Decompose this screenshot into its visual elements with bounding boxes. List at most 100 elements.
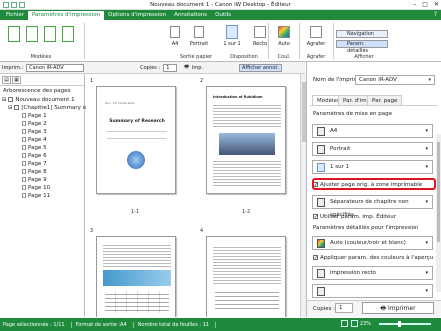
tab-options-impression[interactable]: Options d'impression bbox=[104, 11, 170, 20]
page-number: 1 bbox=[90, 78, 94, 84]
separator-icon bbox=[317, 198, 325, 207]
orientation-select[interactable]: Portrait ▾ bbox=[312, 142, 433, 156]
layout-icon bbox=[317, 163, 325, 172]
window-title: Nouveau document 1 - Canon iW Desktop - … bbox=[150, 1, 291, 8]
tree-tab-icon[interactable]: ▤ bbox=[2, 76, 11, 84]
paper-size-select[interactable]: A4 ▾ bbox=[312, 124, 433, 138]
print-icon[interactable]: 🖶 bbox=[184, 64, 189, 72]
thumb-title: Introduction of Rubidium bbox=[213, 95, 263, 99]
detail-settings-title: Paramètres détaillés pour l'impression bbox=[313, 225, 419, 231]
copies-label: Copies : bbox=[313, 306, 336, 312]
printer-icon: 🖶 bbox=[380, 305, 388, 312]
portrait-icon bbox=[317, 145, 325, 154]
portrait-icon[interactable] bbox=[194, 26, 204, 38]
copies-input[interactable]: 1 bbox=[163, 63, 178, 72]
copies-label: Copies : bbox=[140, 64, 161, 71]
globe-icon bbox=[127, 151, 145, 169]
printer-label: Imprim.: bbox=[2, 64, 24, 71]
page-thumbnail[interactable]: Introduction of Rubidium bbox=[206, 86, 286, 194]
status-total-sheets: Nombre total de feuilles : 11 bbox=[138, 321, 217, 328]
page-number: 3 bbox=[90, 228, 94, 234]
group-label: Afficher bbox=[354, 54, 374, 60]
tab-parametres-impression[interactable]: Paramètres d'impression bbox=[27, 11, 105, 20]
navigation-button[interactable]: Navigation bbox=[336, 30, 388, 38]
tab-annotations[interactable]: Annotations bbox=[170, 11, 211, 20]
use-editor-settings-checkbox[interactable]: ✓ Utiliser param. imp. Éditeur bbox=[313, 214, 396, 220]
tree-root[interactable]: ⊟ Nouveau document 1 bbox=[0, 96, 84, 104]
staple-button[interactable]: Agrafer bbox=[302, 41, 330, 47]
tree-page[interactable]: Page 8 bbox=[0, 168, 84, 176]
close-icon[interactable]: ✕ bbox=[434, 1, 439, 8]
page-thumbnail[interactable] bbox=[96, 236, 176, 317]
zoom-slider[interactable] bbox=[379, 323, 431, 325]
detailed-settings-button[interactable]: Param. détaillés bbox=[336, 40, 388, 54]
tab-fichier[interactable]: Fichier bbox=[2, 11, 28, 20]
color-button[interactable]: Auto bbox=[272, 41, 296, 47]
status-output-format: Format de sortie :A4 bbox=[76, 321, 134, 328]
page-number: 2 bbox=[200, 78, 204, 84]
tree-page[interactable]: Page 5 bbox=[0, 144, 84, 152]
print-button[interactable]: 🖶 Imprimer bbox=[362, 302, 434, 314]
color-icon bbox=[317, 239, 325, 248]
layout-select[interactable]: 1 sur 1 ▾ bbox=[312, 160, 433, 174]
page-thumbnail[interactable]: Doc. 10 Corporation Summary of Research bbox=[96, 86, 176, 194]
tree-page[interactable]: Page 3 bbox=[0, 128, 84, 136]
staple-icon[interactable] bbox=[310, 26, 322, 38]
page-preview-area: 1 2 Doc. 10 Corporation Summary of Resea… bbox=[86, 74, 306, 317]
group-label: Agrafer bbox=[306, 54, 326, 60]
zoom-level: 23% bbox=[359, 321, 371, 327]
tree-header: Arborescence des pages bbox=[3, 88, 71, 94]
single-page-icon[interactable] bbox=[341, 320, 348, 327]
paper-size-button[interactable]: A4 bbox=[166, 41, 184, 47]
tree-page[interactable]: Page 7 bbox=[0, 160, 84, 168]
tree-page[interactable]: Page 11 bbox=[0, 192, 84, 200]
help-icon[interactable]: ? bbox=[434, 11, 437, 18]
ribbon: Modèles A4 Portrait Sortie papier 1 sur … bbox=[0, 20, 441, 62]
apply-color-preview-checkbox[interactable]: ✓ Appliquer param. des couleurs à l'aperç… bbox=[313, 255, 433, 261]
tree-page[interactable]: Page 9 bbox=[0, 176, 84, 184]
thumbnail-tab-icon[interactable]: ▦ bbox=[12, 76, 21, 84]
title-bar: Nouveau document 1 - Canon iW Desktop - … bbox=[0, 0, 441, 10]
template-icon[interactable] bbox=[26, 26, 38, 42]
tab-outils[interactable]: Outils bbox=[211, 11, 235, 20]
group-modeles: Modèles bbox=[2, 22, 80, 60]
copies-input[interactable]: 1 bbox=[335, 303, 353, 313]
template-icon[interactable] bbox=[8, 26, 20, 42]
template-icon[interactable] bbox=[44, 26, 56, 42]
tree-chapter[interactable]: ⊟ [Chapitre1] Summary of F bbox=[0, 104, 93, 112]
template-icon[interactable] bbox=[62, 26, 74, 42]
layout-icon[interactable] bbox=[226, 25, 238, 39]
tree-page[interactable]: Page 2 bbox=[0, 120, 84, 128]
maximize-icon[interactable]: □ bbox=[422, 1, 428, 8]
paper-icon bbox=[317, 127, 325, 136]
zoom-slider-knob[interactable] bbox=[398, 321, 401, 327]
highlight-box bbox=[312, 178, 436, 190]
layout-button[interactable]: 1 sur 1 bbox=[218, 41, 246, 47]
print-short-button[interactable]: Imp. bbox=[192, 65, 203, 71]
two-page-icon[interactable] bbox=[351, 320, 358, 327]
printer-select[interactable]: Canon iR-ADV bbox=[26, 63, 85, 72]
group-coul: Auto Coul. bbox=[270, 22, 298, 60]
tree-page[interactable]: Page 6 bbox=[0, 152, 84, 160]
orientation-button[interactable]: Portrait bbox=[186, 41, 212, 47]
settings-pane: Nom de l'imprimante : Canon iR-ADV ▾ Modè… bbox=[306, 62, 441, 317]
staple-icon bbox=[317, 287, 325, 296]
tab-par-page[interactable]: Par. page bbox=[367, 95, 403, 105]
chapter-separator-select[interactable]: Séparateurs de chapitre non spécifiés ▾ bbox=[312, 195, 433, 218]
page-thumbnail[interactable] bbox=[206, 236, 286, 317]
color-icon[interactable] bbox=[278, 26, 290, 38]
tree-page[interactable]: Page 10 bbox=[0, 184, 84, 192]
color-mode-select[interactable]: Auto (couleur/noir et blanc) ▾ bbox=[312, 236, 433, 250]
tree-page[interactable]: Page 1 bbox=[0, 112, 84, 120]
tree-page[interactable]: Page 4 bbox=[0, 136, 84, 144]
paper-size-icon[interactable] bbox=[170, 26, 180, 38]
page-number: 4 bbox=[200, 228, 204, 234]
settings-scrollbar[interactable] bbox=[436, 134, 441, 292]
minimize-icon[interactable]: – bbox=[413, 1, 416, 8]
status-selected-page: Page sélectionnée : 1/11 bbox=[3, 321, 72, 328]
finishing-select[interactable]: ▾ bbox=[312, 284, 433, 298]
show-annotations-button[interactable]: Afficher annot. bbox=[239, 63, 282, 72]
printer-name-select[interactable]: Canon iR-ADV ▾ bbox=[355, 75, 435, 85]
recto-icon[interactable] bbox=[254, 26, 266, 38]
print-side-select[interactable]: Impression recto ▾ bbox=[312, 266, 433, 280]
